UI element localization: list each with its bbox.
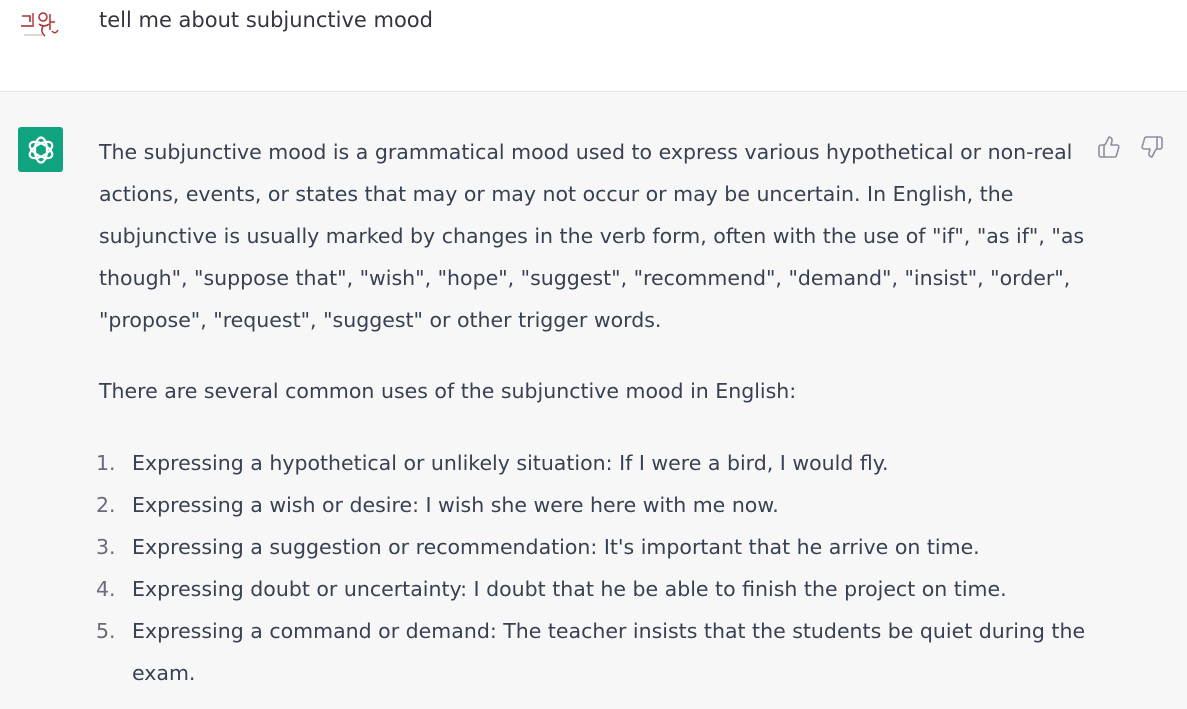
list-item-number: 1. — [96, 451, 116, 475]
list-item-number: 4. — [96, 577, 116, 601]
thumbs-down-button[interactable] — [1138, 133, 1166, 161]
user-avatar-logo — [21, 12, 59, 37]
list-item: 5. Expressing a command or demand: The t… — [96, 610, 1089, 694]
assistant-message-content: The subjunctive mood is a grammatical mo… — [96, 131, 1089, 694]
uses-list: 1. Expressing a hypothetical or unlikely… — [96, 442, 1089, 694]
list-item: 4. Expressing doubt or uncertainty: I do… — [96, 568, 1089, 610]
list-item-text: Expressing doubt or uncertainty: I doubt… — [132, 577, 1007, 601]
list-item-text: Expressing a suggestion or recommendatio… — [132, 535, 980, 559]
list-item: 3. Expressing a suggestion or recommenda… — [96, 526, 1089, 568]
user-avatar — [18, 4, 64, 42]
list-item-number: 2. — [96, 493, 116, 517]
list-item-text: Expressing a hypothetical or unlikely si… — [132, 451, 889, 475]
user-message-row: tell me about subjunctive mood — [0, 0, 1187, 92]
thumbs-up-icon — [1098, 136, 1120, 158]
assistant-message-row: The subjunctive mood is a grammatical mo… — [0, 92, 1187, 709]
list-item-number: 5. — [96, 619, 116, 643]
thumbs-up-button[interactable] — [1095, 133, 1123, 161]
assistant-avatar — [18, 127, 63, 172]
list-item-text: Expressing a wish or desire: I wish she … — [132, 493, 779, 517]
user-message-text: tell me about subjunctive mood — [99, 8, 433, 32]
list-item-number: 3. — [96, 535, 116, 559]
uses-paragraph: There are several common uses of the sub… — [99, 379, 797, 403]
list-item-text: Expressing a command or demand: The teac… — [132, 619, 1086, 685]
list-item: 1. Expressing a hypothetical or unlikely… — [96, 442, 1089, 484]
openai-logo-icon — [28, 135, 53, 164]
list-item: 2. Expressing a wish or desire: I wish s… — [96, 484, 1089, 526]
thumbs-down-icon — [1141, 136, 1163, 158]
intro-paragraph: The subjunctive mood is a grammatical mo… — [99, 140, 1085, 332]
